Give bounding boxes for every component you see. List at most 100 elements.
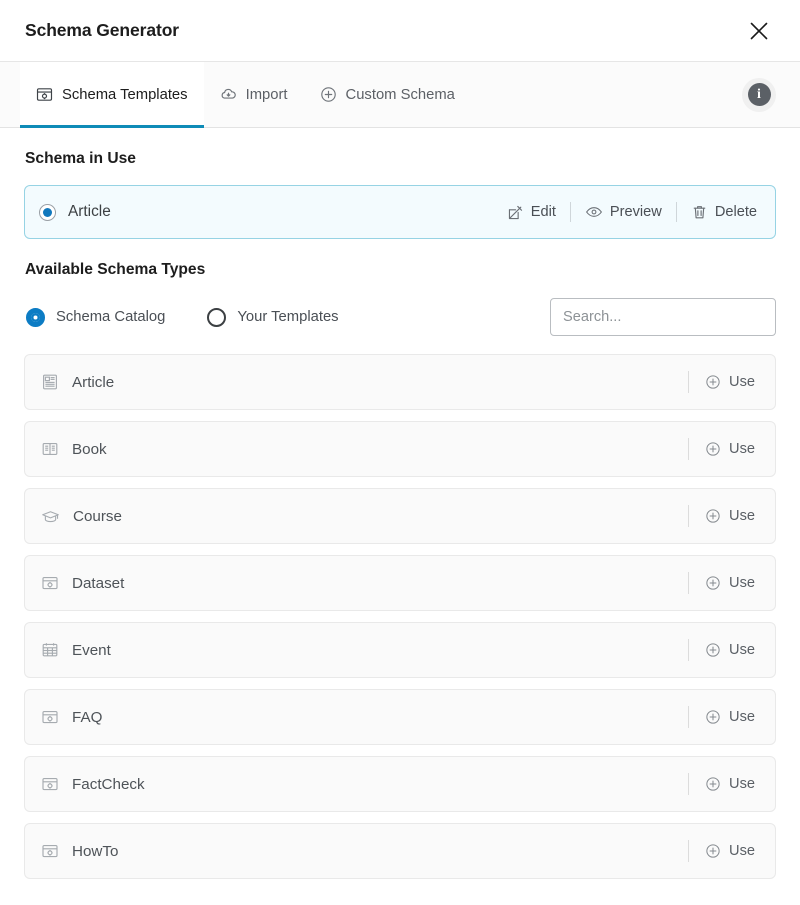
plus-circle-icon	[705, 709, 721, 725]
plus-circle-icon	[705, 776, 721, 792]
window-gear-icon	[41, 708, 59, 726]
use-button[interactable]: Use	[689, 709, 761, 725]
delete-label: Delete	[714, 204, 757, 220]
list-item-label: FactCheck	[72, 775, 145, 793]
close-icon	[748, 20, 770, 42]
tab-schema-templates[interactable]: Schema Templates	[20, 62, 204, 128]
use-label: Use	[729, 709, 755, 725]
radio-schema-catalog[interactable]: Schema Catalog	[26, 307, 166, 327]
schema-in-use-radio[interactable]	[39, 203, 56, 221]
modal-body: Schema in Use Article Edit Preview Delet…	[0, 128, 800, 905]
list-item[interactable]: Article Use	[24, 354, 776, 410]
list-item-label: Book	[72, 440, 107, 458]
list-item-label: FAQ	[72, 708, 103, 726]
window-gear-icon	[41, 842, 59, 860]
graduation-cap-icon	[41, 507, 60, 526]
list-item-label: Event	[72, 641, 111, 659]
plus-circle-icon	[705, 843, 721, 859]
radio-your-templates[interactable]: Your Templates	[207, 307, 339, 327]
available-filters: Schema Catalog Your Templates	[24, 298, 776, 336]
use-label: Use	[729, 508, 755, 524]
close-button[interactable]	[742, 14, 776, 48]
plus-circle-icon	[705, 642, 721, 658]
use-button[interactable]: Use	[689, 575, 761, 591]
row-left: HowTo	[41, 842, 688, 860]
edit-button[interactable]: Edit	[493, 204, 570, 221]
radio-indicator	[207, 307, 227, 327]
schema-in-use-left: Article	[39, 203, 493, 221]
cloud-download-icon	[220, 86, 237, 103]
info-button-wrap: i	[742, 62, 776, 127]
list-item[interactable]: Course Use	[24, 488, 776, 544]
preview-label: Preview	[609, 204, 662, 220]
use-button[interactable]: Use	[689, 776, 761, 792]
list-item[interactable]: FactCheck Use	[24, 756, 776, 812]
list-item[interactable]: HowTo Use	[24, 823, 776, 879]
info-icon: i	[747, 83, 771, 106]
window-gear-icon	[41, 775, 59, 793]
use-button[interactable]: Use	[689, 374, 761, 390]
eye-icon	[585, 203, 603, 221]
use-button[interactable]: Use	[689, 843, 761, 859]
plus-circle-icon	[705, 508, 721, 524]
info-button[interactable]: i	[742, 77, 776, 112]
use-label: Use	[729, 776, 755, 792]
list-item[interactable]: Dataset Use	[24, 555, 776, 611]
schema-generator-modal: Schema Generator Schema Templates Import…	[0, 0, 800, 905]
available-schema-types-title: Available Schema Types	[25, 261, 206, 278]
delete-button[interactable]: Delete	[677, 204, 759, 221]
list-item[interactable]: Event Use	[24, 622, 776, 678]
schema-in-use-actions: Edit Preview Delete	[493, 202, 759, 222]
edit-label: Edit	[530, 204, 556, 220]
page-title: Schema Generator	[25, 20, 180, 40]
use-button[interactable]: Use	[689, 642, 761, 658]
schema-source-radio-group: Schema Catalog Your Templates	[24, 307, 339, 327]
trash-icon	[691, 204, 708, 221]
tab-label: Import	[245, 86, 288, 103]
use-button[interactable]: Use	[689, 508, 761, 524]
schema-type-list: Article Use Book Use Course Use Dataset …	[24, 354, 776, 879]
plus-circle-icon	[705, 575, 721, 591]
row-left: Event	[41, 641, 688, 659]
radio-label: Your Templates	[237, 309, 339, 325]
radio-indicator-selected	[26, 307, 45, 327]
radio-label: Schema Catalog	[56, 309, 166, 325]
tab-list: Schema Templates Import Custom Schema	[20, 62, 742, 128]
window-gear-icon	[41, 574, 59, 592]
tab-label: Custom Schema	[345, 86, 455, 103]
schema-in-use-title: Schema in Use	[25, 150, 136, 167]
use-label: Use	[729, 843, 755, 859]
schema-in-use-name: Article	[68, 203, 111, 220]
radio-dot	[43, 207, 52, 217]
list-item-label: HowTo	[72, 842, 119, 860]
row-left: Article	[41, 373, 688, 391]
row-left: Book	[41, 440, 688, 458]
list-item-label: Dataset	[72, 574, 125, 592]
list-item-label: Course	[73, 507, 122, 525]
use-label: Use	[729, 374, 755, 390]
row-left: Dataset	[41, 574, 688, 592]
list-item[interactable]: FAQ Use	[24, 689, 776, 745]
article-icon	[41, 373, 59, 391]
use-label: Use	[729, 441, 755, 457]
calendar-icon	[41, 641, 59, 659]
row-left: FAQ	[41, 708, 688, 726]
tab-import[interactable]: Import	[204, 62, 304, 127]
modal-header: Schema Generator	[0, 0, 800, 62]
use-label: Use	[729, 575, 755, 591]
book-icon	[41, 440, 59, 458]
edit-pencil-icon	[507, 204, 524, 221]
tab-label: Schema Templates	[62, 86, 188, 103]
preview-button[interactable]: Preview	[571, 203, 676, 221]
row-left: Course	[41, 507, 688, 526]
list-item[interactable]: Book Use	[24, 421, 776, 477]
plus-circle-icon	[320, 86, 337, 103]
tab-custom-schema[interactable]: Custom Schema	[304, 62, 471, 127]
list-item-label: Article	[72, 373, 115, 391]
row-left: FactCheck	[41, 775, 688, 793]
schema-in-use-card[interactable]: Article Edit Preview Delete	[24, 185, 776, 239]
tab-bar: Schema Templates Import Custom Schema i	[0, 62, 800, 128]
search-input[interactable]	[550, 298, 776, 336]
plus-circle-icon	[705, 441, 721, 457]
use-button[interactable]: Use	[689, 441, 761, 457]
